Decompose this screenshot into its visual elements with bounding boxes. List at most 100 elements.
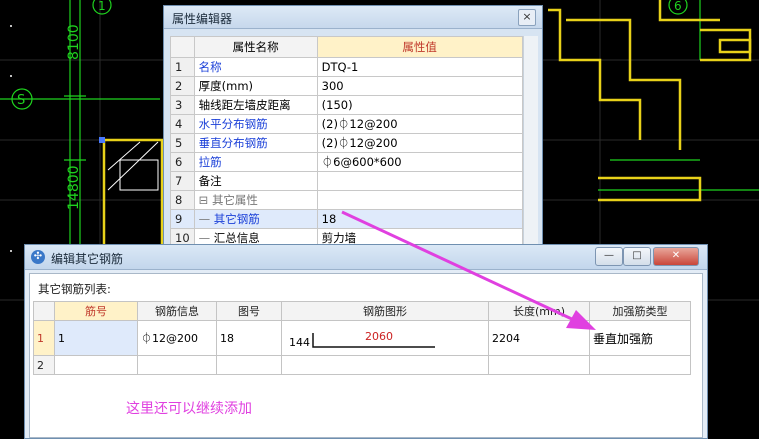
property-editor-title: 属性编辑器	[172, 12, 233, 26]
property-name-text: 名称	[198, 60, 222, 74]
length-cell[interactable]: 2204	[488, 320, 590, 356]
reinforcement-type-cell[interactable]	[589, 355, 691, 375]
rebar-info-cell[interactable]	[137, 355, 217, 375]
property-row-number[interactable]: 9	[170, 209, 195, 229]
property-name-cell[interactable]: 名称	[193, 57, 318, 77]
property-name-cell[interactable]: — 其它钢筋	[193, 209, 318, 229]
property-row[interactable]: 5 垂直分布钢筋 (2)⏀12@200	[170, 133, 523, 153]
rebar-info-cell[interactable]: ⏀12@200	[137, 320, 217, 356]
col-reinforcement-type-header[interactable]: 加强筋类型	[589, 301, 691, 321]
close-button[interactable]: ✕	[653, 247, 699, 266]
figure-number-cell[interactable]	[216, 355, 282, 375]
property-value-cell[interactable]: (2)⏀12@200	[316, 114, 523, 134]
rebar-editor-body: 其它钢筋列表: 筋号 钢筋信息 图号 钢筋图形 长度(mm) 加强筋类型 1 1…	[29, 273, 703, 438]
property-editor-window[interactable]: 属性编辑器 × 属性名称 属性值 1 名称 DTQ-1 2 厚度(mm) 300 3 轴线距左…	[163, 5, 543, 249]
property-name-cell[interactable]: 厚度(mm)	[193, 76, 318, 96]
annotation-hint-text: 这里还可以继续添加	[126, 401, 252, 417]
shape-main-length: 2060	[365, 330, 393, 343]
cad-dim-top-text: 8100	[66, 24, 82, 60]
col-figure-number-header[interactable]: 图号	[216, 301, 282, 321]
property-value-cell[interactable]	[316, 190, 523, 210]
collapse-icon[interactable]: ⊟	[199, 193, 212, 207]
property-name-cell[interactable]: 轴线距左墙皮距离	[193, 95, 318, 115]
property-name-cell[interactable]: 垂直分布钢筋	[193, 133, 318, 153]
bar-number-cell[interactable]	[54, 355, 138, 375]
property-editor-close-button[interactable]: ×	[518, 9, 536, 26]
property-row[interactable]: 6 拉筋 ⏀6@600*600	[170, 152, 523, 172]
property-row-number[interactable]: 2	[170, 76, 195, 96]
cad-axis-top-label: 1	[98, 0, 106, 13]
property-row-number[interactable]: 1	[170, 57, 195, 77]
property-row-number[interactable]: 5	[170, 133, 195, 153]
property-value-cell[interactable]: ⏀6@600*600	[316, 152, 523, 172]
rebar-editor-title: 编辑其它钢筋	[51, 252, 124, 266]
property-value-cell[interactable]: (150)	[316, 95, 523, 115]
property-name-text: 其它钢筋	[213, 212, 260, 226]
col-rebar-shape-header[interactable]: 钢筋图形	[281, 301, 489, 321]
property-row-number[interactable]: 3	[170, 95, 195, 115]
rebar-list-label: 其它钢筋列表:	[38, 282, 111, 296]
col-bar-number-header[interactable]: 筋号	[54, 301, 138, 321]
property-name-text: 其它属性	[211, 193, 258, 207]
table-row[interactable]: 1 1 ⏀12@200 18 144 2060 2204 垂直加强筋	[33, 320, 691, 356]
property-value-cell[interactable]	[316, 171, 523, 191]
property-row[interactable]: 8 ⊟ 其它属性	[170, 190, 523, 210]
row-number-header	[170, 36, 195, 58]
property-value-cell[interactable]: DTQ-1	[316, 57, 523, 77]
property-table-header: 属性名称 属性值	[170, 36, 523, 58]
property-row[interactable]: 9— 其它钢筋 18	[170, 209, 523, 229]
property-name-cell[interactable]: 拉筋	[193, 152, 318, 172]
property-name-text: 备注	[198, 174, 222, 188]
figure-number-cell[interactable]: 18	[216, 320, 282, 356]
property-name-text: 垂直分布钢筋	[198, 136, 268, 150]
property-name-header: 属性名称	[193, 36, 318, 58]
property-row[interactable]: 4 水平分布钢筋 (2)⏀12@200	[170, 114, 523, 134]
rebar-table: 筋号 钢筋信息 图号 钢筋图形 长度(mm) 加强筋类型 1 1 ⏀12@200…	[33, 301, 691, 375]
rebar-shape-cell[interactable]	[281, 355, 489, 375]
property-row[interactable]: 3 轴线距左墙皮距离 (150)	[170, 95, 523, 115]
cad-grip-handle[interactable]	[99, 137, 105, 143]
edit-other-rebar-window[interactable]: ✣ 编辑其它钢筋 — □ ✕ 其它钢筋列表: 筋号 钢筋信息 图号 钢筋图形 长…	[24, 244, 708, 439]
property-name-text: 水平分布钢筋	[198, 117, 268, 131]
cad-axis-s-label: S	[17, 93, 25, 108]
rebar-table-header: 筋号 钢筋信息 图号 钢筋图形 长度(mm) 加强筋类型	[33, 301, 691, 321]
property-value-cell[interactable]: 18	[316, 209, 523, 229]
maximize-button[interactable]: □	[623, 247, 651, 266]
property-name-text: 厚度(mm)	[198, 79, 254, 93]
property-value-cell[interactable]: (2)⏀12@200	[316, 133, 523, 153]
property-name-text: 拉筋	[198, 155, 222, 169]
property-editor-scrollbar[interactable]	[523, 36, 538, 244]
cad-misc-marks	[10, 25, 12, 252]
shape-hook-length: 144	[289, 336, 310, 349]
property-row[interactable]: 1 名称 DTQ-1	[170, 57, 523, 77]
tree-line-icon: —	[198, 212, 214, 226]
row-number-header	[33, 301, 55, 321]
property-value-header: 属性值	[316, 36, 523, 58]
bar-number-cell[interactable]: 1	[54, 320, 138, 356]
property-table: 属性名称 属性值 1 名称 DTQ-1 2 厚度(mm) 300 3 轴线距左墙皮距离 (150…	[170, 36, 523, 248]
length-cell[interactable]	[488, 355, 590, 375]
cad-axis-right-label: 6	[674, 0, 682, 13]
property-row-number[interactable]: 7	[170, 171, 195, 191]
reinforcement-type-cell[interactable]: 垂直加强筋	[589, 320, 691, 356]
property-value-cell[interactable]: 300	[316, 76, 523, 96]
property-row-number[interactable]: 6	[170, 152, 195, 172]
property-name-cell[interactable]: ⊟ 其它属性	[193, 190, 318, 210]
tree-line-icon: —	[198, 231, 214, 245]
minimize-button[interactable]: —	[595, 247, 623, 266]
property-row[interactable]: 7 备注	[170, 171, 523, 191]
property-row-number[interactable]: 8	[170, 190, 195, 210]
row-number[interactable]: 2	[33, 355, 55, 375]
property-editor-titlebar[interactable]: 属性编辑器 ×	[164, 6, 542, 29]
col-length-header[interactable]: 长度(mm)	[488, 301, 590, 321]
rebar-editor-titlebar[interactable]: ✣ 编辑其它钢筋 — □ ✕	[25, 245, 707, 270]
property-name-cell[interactable]: 备注	[193, 171, 318, 191]
cad-dim-mid-text: 14800	[66, 165, 82, 210]
col-rebar-info-header[interactable]: 钢筋信息	[137, 301, 217, 321]
row-number[interactable]: 1	[33, 320, 55, 356]
property-row[interactable]: 2 厚度(mm) 300	[170, 76, 523, 96]
rebar-shape-cell[interactable]: 144 2060	[281, 320, 489, 356]
property-name-cell[interactable]: 水平分布钢筋	[193, 114, 318, 134]
property-row-number[interactable]: 4	[170, 114, 195, 134]
table-row[interactable]: 2	[33, 355, 691, 375]
